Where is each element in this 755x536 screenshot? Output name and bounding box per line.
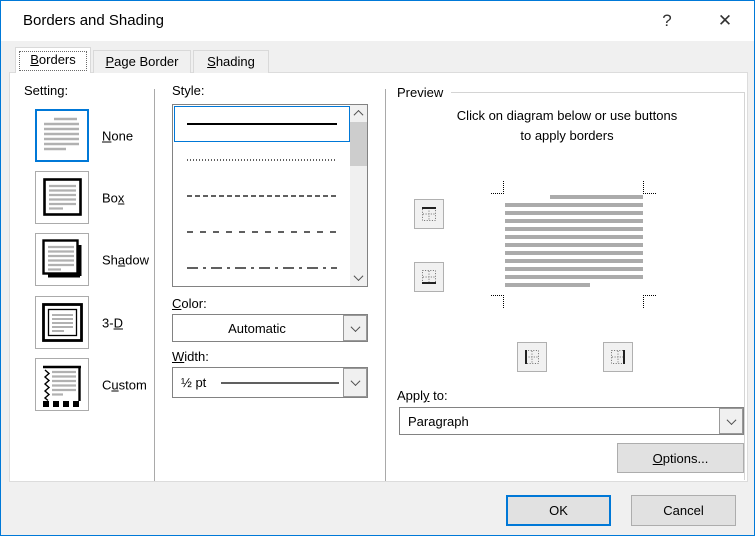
preview-text-line [505,235,643,239]
top-border-icon [420,205,438,223]
style-item-dashed-wide[interactable] [174,214,350,250]
cancel-button-label: Cancel [663,503,703,518]
scroll-up-icon[interactable] [350,105,367,122]
ok-button-label: OK [549,503,568,518]
borders-and-shading-dialog: Borders and Shading ? ✕ Borders Page Bor… [0,0,755,536]
setting-custom-label: Custom [102,377,147,392]
preview-group-line [451,92,744,93]
tab-borders[interactable]: Borders [15,47,91,73]
preview-text-line [505,211,643,215]
setting-box-label: Box [102,190,124,205]
style-item-dashed-fine[interactable] [174,178,350,214]
ok-button[interactable]: OK [506,495,611,526]
preview-diagram[interactable] [480,173,670,318]
apply-to-label: Apply to: [397,388,448,403]
preview-text-line [505,243,643,247]
setting-option-shadow[interactable]: Shadow [35,233,155,286]
close-icon[interactable]: ✕ [704,1,746,41]
setting-option-box[interactable]: Box [35,171,155,224]
color-combobox[interactable]: Automatic [172,314,368,342]
setting-none-label: None [102,128,133,143]
options-button-label: Options... [653,451,709,466]
apply-to-combobox[interactable]: Paragraph [399,407,744,435]
setting-option-none[interactable]: None [35,109,155,162]
left-border-button[interactable] [517,342,547,372]
setting-none-icon [35,109,89,162]
style-scrollbar[interactable] [350,105,367,286]
dialog-title: Borders and Shading [23,1,164,41]
help-icon[interactable]: ? [646,1,688,41]
cancel-button[interactable]: Cancel [631,495,736,526]
preview-text-line [505,227,643,231]
right-border-icon [609,348,627,366]
preview-text-line [505,275,643,279]
corner-mark [491,295,504,308]
apply-to-dropdown-button[interactable] [719,408,743,434]
setting-3d-icon [35,296,89,349]
width-dropdown-button[interactable] [343,368,367,397]
title-bar: Borders and Shading ? ✕ [1,1,754,41]
preview-text-line [505,267,643,271]
preview-group-line [744,92,745,480]
setting-3d-label: 3-D [102,315,123,330]
color-label: Color: [172,296,207,311]
setting-box-icon [35,171,89,224]
scroll-down-icon[interactable] [350,269,367,286]
section-separator [385,89,386,481]
style-item-dash-dot[interactable] [174,250,350,286]
corner-mark [491,181,504,194]
width-line-sample [221,382,339,384]
corner-mark [643,295,656,308]
corner-mark [643,181,656,194]
setting-shadow-icon [35,233,89,286]
tab-page-border-label: Page Border [94,51,190,72]
preview-text-line [505,251,643,255]
setting-option-custom[interactable]: Custom [35,358,155,411]
tab-shading-label: Shading [194,51,268,72]
bottom-border-button[interactable] [414,262,444,292]
top-border-button[interactable] [414,199,444,229]
style-item-dotted[interactable] [174,142,350,178]
preview-text-line [505,259,643,263]
bottom-border-icon [420,268,438,286]
style-item-solid[interactable] [174,106,350,142]
chevron-down-icon [726,415,736,425]
preview-text-line [505,219,643,223]
right-border-button[interactable] [603,342,633,372]
preview-instruction-2: to apply borders [390,126,744,146]
style-label: Style: [172,83,205,98]
scrollbar-thumb[interactable] [350,122,367,166]
color-dropdown-button[interactable] [343,315,367,341]
style-listbox [172,104,368,287]
tab-page-border[interactable]: Page Border [93,50,191,73]
tab-shading[interactable]: Shading [193,50,269,73]
apply-to-value: Paragraph [400,408,717,434]
preview-text-line [505,283,590,287]
chevron-down-icon [350,376,360,386]
setting-option-3d[interactable]: 3-D [35,296,155,349]
preview-label: Preview [397,85,443,100]
setting-custom-icon [35,358,89,411]
chevron-down-icon [350,322,360,332]
setting-label: Setting: [24,83,68,98]
width-combobox[interactable]: ½ pt [172,367,368,398]
borders-tab-page: Setting: None [9,72,748,482]
width-label: Width: [172,349,209,364]
tab-borders-label: Borders [16,48,90,72]
preview-instruction-1: Click on diagram below or use buttons [390,106,744,126]
options-button[interactable]: Options... [617,443,744,473]
preview-text-line [505,203,643,207]
setting-shadow-label: Shadow [102,252,149,267]
left-border-icon [523,348,541,366]
preview-text-line [550,195,643,199]
color-value: Automatic [173,315,341,341]
